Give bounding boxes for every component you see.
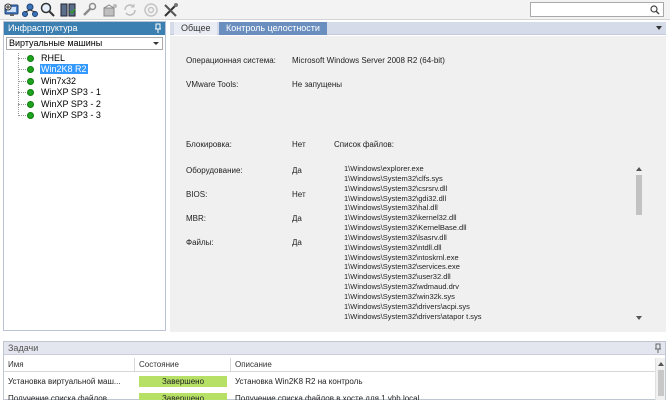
vmtools-value: Не запущены [292,80,343,89]
os-value: Microsoft Windows Server 2008 R2 (64-bit… [292,56,445,65]
files-value: Да [292,238,302,247]
running-status-icon [27,100,34,108]
list-item: 1\Windows\System32\kernel32.dll [344,213,457,223]
mbr-label: MBR: [186,214,206,223]
chevron-down-icon[interactable] [150,38,162,49]
list-item: 1\Windows\System32\hal.dll [344,203,438,213]
infrastructure-panel: Инфраструктура Виртуальные машины RHEL W… [3,21,166,331]
network-icon[interactable] [21,2,39,18]
column-header-name[interactable]: Имя [4,358,135,372]
scroll-thumb[interactable] [636,175,642,215]
mbr-value: Да [292,214,302,223]
task-name: Установка виртуальной маш... [8,377,121,386]
running-status-icon [27,55,34,62]
list-item: 1\Windows\System32\ntdll.dll [344,242,442,252]
tree-item-vm[interactable]: RHEL [4,53,165,64]
panel-header: Инфраструктура [4,22,165,35]
lock-label: Блокировка: [186,140,232,149]
scroll-up-icon[interactable] [658,362,664,366]
list-item: 1\Windows\System32\drivers\acpi.sys [344,301,470,311]
box-disabled-icon[interactable] [101,2,119,18]
detail-tabs: Общее Контроль целостности [170,22,666,35]
vm-tree: RHEL Win2K8 R2 Win7x32 WinXP SP3 - 1 Win… [4,53,165,121]
target-disabled-icon[interactable] [142,2,160,18]
bios-value: Нет [292,190,306,199]
tasks-panel: Задачи Имя Состояние Описание Установка … [3,341,666,400]
search-input[interactable] [531,3,649,16]
column-header-state[interactable]: Состояние [135,358,231,372]
task-name: Получение списка файлов ... [8,394,116,400]
tools-icon[interactable] [162,2,180,18]
running-status-icon [27,77,34,85]
table-row[interactable]: Установка виртуальной маш... Завершено У… [4,374,665,389]
server-check-icon[interactable] [59,2,77,18]
tab-integrity-control[interactable]: Контроль целостности [219,22,327,35]
refresh-disabled-icon[interactable] [121,2,139,18]
search-field[interactable] [530,2,664,17]
running-status-icon [27,111,34,119]
status-badge: Завершено [139,376,227,387]
vm-label: RHEL [41,53,66,63]
files-label: Файлы: [186,238,214,247]
list-item: 1\Windows\System32\csrsrv.dll [344,183,448,193]
tree-item-vm[interactable]: WinXP SP3 - 3 [4,110,165,121]
list-item: 1\Windows\System32\KernelBase.dll [344,223,467,233]
lock-value: Нет [292,140,306,149]
os-label: Операционная система: [186,56,276,65]
list-item: 1\Windows\System32\user32.dll [344,272,451,282]
bios-label: BIOS: [186,190,208,199]
scroll-down-icon[interactable] [636,316,642,320]
vm-label: Win2K8 R2 [40,64,88,75]
table-row[interactable]: Получение списка файлов ... Завершено По… [4,391,665,400]
list-item: 1\Windows\System32\gdi32.dll [344,193,447,203]
tasks-grid-header: Имя Состояние Описание [4,358,665,372]
list-item: 1\Windows\System32\clfs.sys [344,173,443,183]
toolbar [0,0,670,20]
tree-item-vm[interactable]: WinXP SP3 - 1 [4,87,165,98]
tasks-scrollbar[interactable] [655,358,665,400]
list-item: 1\Windows\System32\ntoskrnl.exe [344,252,459,262]
list-item: 1\Windows\explorer.exe [344,164,424,173]
status-badge: Завершено [139,393,227,400]
wrench-disabled-icon[interactable] [80,2,98,18]
search-icon[interactable] [650,5,660,15]
vm-label: WinXP SP3 - 2 [41,98,101,109]
list-item: 1\Windows\System32\drivers\atapor t.sys [344,311,482,321]
hardware-label: Оборудование: [186,166,243,175]
column-header-description[interactable]: Описание [231,358,655,372]
list-item: 1\Windows\System32\wdmaud.drv [344,282,460,292]
files-list[interactable]: 1\Windows\explorer.exe 1\Windows\System3… [344,164,649,324]
task-description: Получение списка файлов в хосте для 1 vh… [235,394,420,400]
files-list-label: Список файлов: [334,140,395,149]
monitor-add-icon[interactable] [3,2,21,18]
list-item: 1\Windows\System32\services.exe [344,262,460,272]
files-scrollbar[interactable] [634,164,644,323]
pin-icon[interactable] [654,343,662,353]
scroll-thumb[interactable] [658,370,664,396]
vmtools-label: VMware Tools: [186,80,239,89]
running-status-icon [27,89,34,97]
tree-item-vm[interactable]: Win7x32 [4,76,165,87]
panel-title: Инфраструктура [8,23,78,33]
list-item: 1\Windows\System32\lsasrv.dll [344,232,447,242]
vm-label: WinXP SP3 - 1 [41,87,101,98]
view-filter-select[interactable]: Виртуальные машины [6,37,163,50]
tab-general[interactable]: Общее [174,22,218,35]
view-filter-value: Виртуальные машины [9,38,103,48]
tasks-header: Задачи [4,342,665,355]
vm-label: Win7x32 [41,75,77,86]
list-item: 1\Windows\System32\win32k.sys [344,291,455,301]
magnifier-icon[interactable] [39,2,57,18]
hardware-value: Да [292,166,302,175]
tree-item-vm[interactable]: WinXP SP3 - 2 [4,99,165,110]
scroll-up-icon[interactable] [636,167,642,171]
task-description: Установка Win2K8 R2 на контроль [235,377,363,386]
pin-icon[interactable] [154,23,162,33]
running-status-icon [27,66,34,74]
tree-item-vm[interactable]: Win2K8 R2 [4,64,165,75]
vm-label: WinXP SP3 - 3 [41,109,101,120]
tab-menu-chevron-icon[interactable] [656,26,662,30]
tasks-title: Задачи [8,343,39,353]
